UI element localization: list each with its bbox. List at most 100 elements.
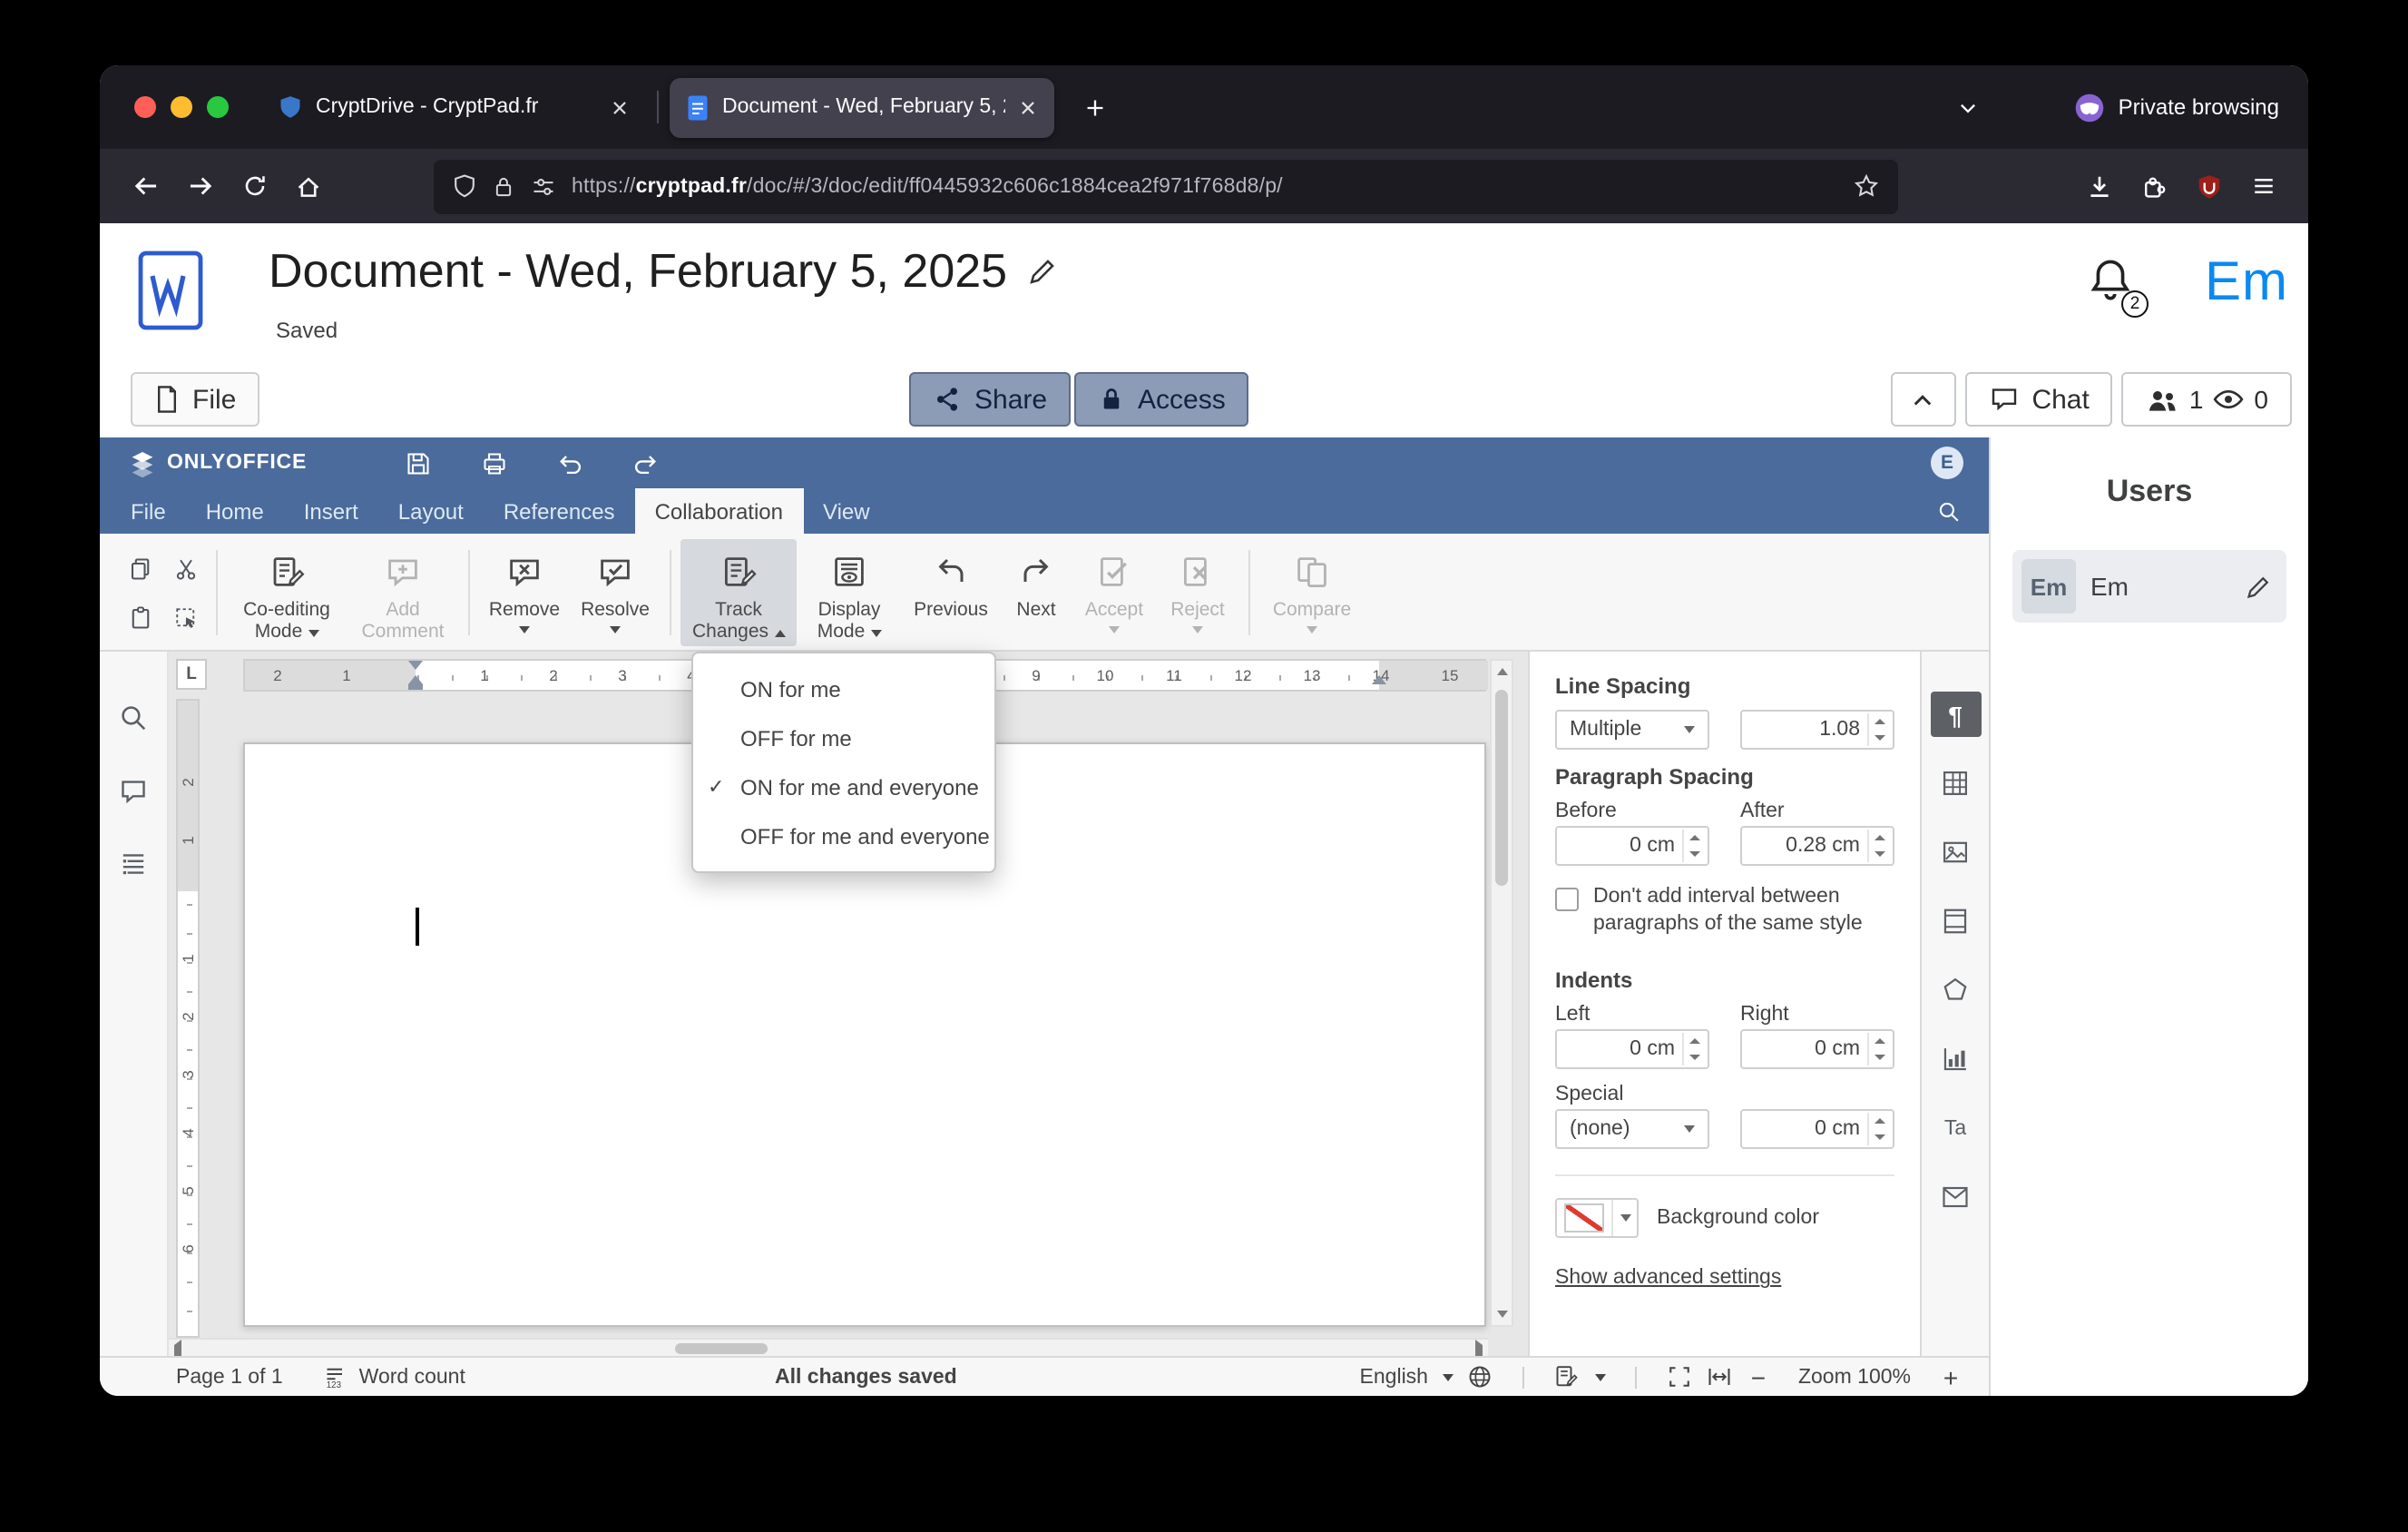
checkbox[interactable]	[1555, 888, 1579, 911]
search-icon[interactable]	[118, 702, 149, 733]
browser-tab-cryptdrive[interactable]: CryptDrive - CryptPad.fr	[261, 77, 646, 137]
menu-hamburger-icon[interactable]	[2236, 161, 2290, 211]
lock-icon[interactable]	[492, 173, 515, 199]
list-all-tabs-button[interactable]	[1944, 83, 1992, 131]
special-amount-spinner[interactable]: 0 cm	[1739, 1109, 1894, 1150]
chart-settings-icon[interactable]	[1930, 1036, 1981, 1082]
indent-left-spinner[interactable]: 0 cm	[1555, 1029, 1709, 1070]
mail-merge-icon[interactable]	[1930, 1174, 1981, 1220]
rename-pencil-icon[interactable]	[1027, 256, 1058, 287]
tab-file[interactable]: File	[111, 488, 186, 534]
navigation-headings-icon[interactable]	[118, 849, 149, 879]
track-changes-toggle[interactable]	[1553, 1363, 1606, 1390]
tab-collaboration[interactable]: Collaboration	[634, 488, 803, 534]
undo-icon[interactable]	[553, 447, 586, 479]
menu-item-off-for-everyone[interactable]: OFF for me and everyone	[693, 811, 994, 860]
vertical-scroll-thumb[interactable]	[1495, 690, 1508, 886]
tab-layout[interactable]: Layout	[378, 488, 484, 534]
url-bar[interactable]: https://cryptpad.fr/doc/#/3/doc/edit/ff0…	[434, 159, 1898, 213]
shape-settings-icon[interactable]	[1930, 967, 1981, 1013]
left-indent-marker[interactable]	[408, 675, 423, 684]
copy-button[interactable]	[118, 545, 162, 592]
language-selector[interactable]: English	[1360, 1366, 1454, 1388]
spinner-up-arrow[interactable]	[1867, 1033, 1891, 1050]
edit-name-pencil-icon[interactable]	[2245, 573, 2272, 600]
notifications-button[interactable]: 2	[2087, 256, 2149, 318]
save-icon[interactable]	[401, 447, 434, 479]
access-button[interactable]: Access	[1074, 372, 1249, 427]
paste-button[interactable]	[118, 594, 162, 641]
page-indicator[interactable]: Page 1 of 1	[176, 1366, 283, 1388]
spinner-down-arrow[interactable]	[1867, 730, 1891, 746]
permissions-icon[interactable]	[530, 173, 557, 199]
scroll-up-arrow[interactable]	[1492, 661, 1512, 683]
home-button[interactable]	[281, 161, 336, 211]
menu-item-on-for-everyone[interactable]: ON for me and everyone	[693, 762, 994, 811]
spinner-up-arrow[interactable]	[1682, 1033, 1706, 1050]
horizontal-scrollbar[interactable]	[169, 1338, 1488, 1356]
account-avatar[interactable]: Em	[2205, 252, 2288, 314]
menu-item-off-for-me[interactable]: OFF for me	[693, 713, 994, 762]
tracking-shield-icon[interactable]	[452, 172, 477, 200]
ublock-icon[interactable]	[2181, 161, 2236, 211]
special-select[interactable]: (none)	[1555, 1109, 1709, 1150]
tab-close-icon[interactable]	[1018, 97, 1038, 117]
previous-change-button[interactable]: Previous	[902, 539, 1000, 646]
presence-button[interactable]: 1 0	[2121, 372, 2292, 427]
vertical-ruler[interactable]: 2 1 1 2 3 4 5 6	[176, 699, 200, 1338]
fit-width-icon[interactable]	[1706, 1363, 1733, 1390]
horizontal-scroll-thumb[interactable]	[675, 1343, 768, 1354]
tab-view[interactable]: View	[803, 488, 890, 534]
bookmark-star-icon[interactable]	[1853, 172, 1880, 200]
spinner-down-arrow[interactable]	[1867, 1049, 1891, 1066]
scroll-left-arrow[interactable]	[174, 1340, 181, 1356]
spacing-after-spinner[interactable]: 0.28 cm	[1740, 826, 1894, 866]
display-mode-button[interactable]: Display Mode	[797, 539, 902, 646]
zoom-in-button[interactable]: +	[1938, 1362, 1963, 1391]
collaborator-badge[interactable]: E	[1931, 447, 1963, 479]
line-spacing-select[interactable]: Multiple	[1555, 710, 1709, 750]
coediting-mode-button[interactable]: Co-editing Mode	[227, 539, 347, 646]
share-button[interactable]: Share	[909, 372, 1072, 427]
resolve-button[interactable]: Resolve	[570, 539, 661, 646]
chat-button[interactable]: Chat	[1964, 372, 2113, 427]
select-all-button[interactable]	[163, 594, 207, 641]
spinner-down-arrow[interactable]	[1682, 1049, 1706, 1066]
track-changes-button[interactable]: Track Changes	[680, 539, 797, 646]
downloads-button[interactable]	[2072, 161, 2127, 211]
right-indent-marker[interactable]	[1372, 675, 1386, 684]
zoom-window-button[interactable]	[207, 96, 229, 118]
spinner-up-arrow[interactable]	[1867, 713, 1891, 730]
forward-button[interactable]	[172, 161, 227, 211]
spellcheck-globe-icon[interactable]	[1466, 1363, 1493, 1390]
cut-button[interactable]	[163, 545, 207, 592]
reload-button[interactable]	[227, 161, 281, 211]
collapse-toolbar-button[interactable]	[1890, 372, 1956, 427]
line-spacing-value-spinner[interactable]: 1.08	[1739, 710, 1894, 750]
spinner-up-arrow[interactable]	[1682, 830, 1706, 846]
comments-icon[interactable]	[118, 777, 149, 806]
user-list-item[interactable]: Em Em	[2012, 550, 2286, 623]
spinner-down-arrow[interactable]	[1867, 1129, 1891, 1146]
header-footer-settings-icon[interactable]	[1930, 899, 1981, 944]
scroll-down-arrow[interactable]	[1492, 1303, 1512, 1325]
tab-references[interactable]: References	[484, 488, 635, 534]
back-button[interactable]	[118, 161, 172, 211]
print-icon[interactable]	[477, 447, 510, 479]
close-window-button[interactable]	[134, 96, 156, 118]
extensions-icon[interactable]	[2127, 161, 2181, 211]
file-button[interactable]: File	[131, 372, 260, 427]
redo-icon[interactable]	[630, 447, 662, 479]
spinner-down-arrow[interactable]	[1867, 846, 1891, 862]
browser-tab-document[interactable]: Document - Wed, February 5, 2	[670, 77, 1054, 137]
fit-page-icon[interactable]	[1666, 1363, 1693, 1390]
word-count-button[interactable]: 123 Word count	[323, 1363, 465, 1390]
table-settings-icon[interactable]	[1930, 761, 1981, 806]
menu-item-on-for-me[interactable]: ON for me	[693, 664, 994, 713]
background-color-button[interactable]	[1555, 1198, 1639, 1239]
remove-comments-button[interactable]: Remove	[479, 539, 570, 646]
find-icon[interactable]	[1936, 488, 1962, 534]
left-indent-handle[interactable]	[408, 684, 423, 690]
tab-home[interactable]: Home	[186, 488, 284, 534]
advanced-settings-link[interactable]: Show advanced settings	[1555, 1268, 1781, 1290]
